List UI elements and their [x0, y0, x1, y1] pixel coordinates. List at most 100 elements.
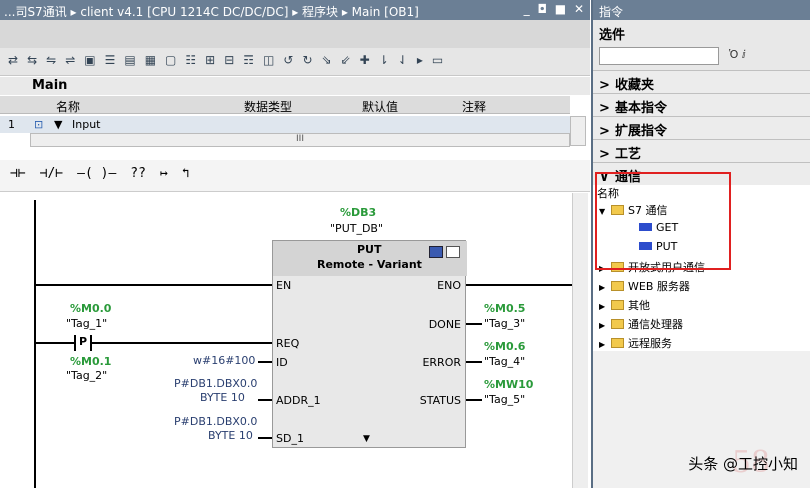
- toolbar-icon-12[interactable]: ☶: [243, 53, 254, 67]
- folder-icon: [611, 300, 624, 310]
- interface-vscroll[interactable]: [570, 116, 586, 146]
- tree-toggle-icon[interactable]: ▶: [599, 302, 611, 311]
- toolbar-icon-8[interactable]: ▢: [165, 53, 176, 67]
- toolbar-icon-1[interactable]: ⇆: [27, 53, 37, 67]
- toolbar-icon-16[interactable]: ⇘: [322, 53, 332, 67]
- addr1-value-a[interactable]: P#DB1.DBX0.0: [174, 377, 257, 390]
- section-toggle-icon[interactable]: >: [599, 147, 615, 162]
- section-1[interactable]: > 基本指令: [593, 93, 810, 116]
- p-contact[interactable]: P: [74, 335, 92, 351]
- toolbar-icon-9[interactable]: ☷: [185, 53, 196, 67]
- config-icon[interactable]: [429, 246, 443, 258]
- options-label: 选件: [593, 20, 810, 44]
- ladder-element-icon-2[interactable]: –( )–: [77, 166, 116, 181]
- m01-address[interactable]: %M0.1: [70, 355, 111, 368]
- expand-chevron-icon[interactable]: ▼: [363, 434, 370, 444]
- error-name: "Tag_4": [484, 355, 526, 368]
- section-3[interactable]: > 工艺: [593, 139, 810, 162]
- diagnostic-icon[interactable]: [446, 246, 460, 258]
- sd1-wire: [258, 437, 272, 439]
- editor-titlebar: ...司S7通讯 ▸ client v4.1 [CPU 1214C DC/DC/…: [0, 0, 590, 20]
- sd1-value-a[interactable]: P#DB1.DBX0.0: [174, 415, 257, 428]
- scroll-grip: III: [296, 134, 304, 144]
- pin-status[interactable]: STATUS: [420, 394, 461, 407]
- toolbar-icon-15[interactable]: ↻: [302, 53, 312, 67]
- status-address[interactable]: %MW10: [484, 378, 533, 391]
- search-option-icons[interactable]: Ὁ ⅈ: [729, 48, 746, 61]
- canvas-vscroll[interactable]: [572, 193, 588, 488]
- toolbar-icon-22[interactable]: ▭: [432, 53, 443, 67]
- toolbar-icon-20[interactable]: ⇃: [398, 53, 408, 67]
- done-name: "Tag_3": [484, 317, 526, 330]
- pin-addr1[interactable]: ADDR_1: [276, 394, 321, 407]
- col-default: 默认值: [362, 100, 399, 114]
- id-value[interactable]: w#16#100: [193, 354, 255, 367]
- toolbar-icon-4[interactable]: ▣: [84, 53, 95, 67]
- block-subtitle: Remote - Variant: [317, 258, 422, 271]
- eno-wire: [466, 284, 572, 286]
- toolbar-icon-10[interactable]: ⊞: [205, 53, 215, 67]
- interface-hscroll[interactable]: III: [30, 133, 570, 147]
- section-toggle-icon[interactable]: >: [599, 78, 615, 93]
- section-2[interactable]: > 扩展指令: [593, 116, 810, 139]
- search-row: Ὁ ⅈ: [593, 44, 810, 70]
- tree-toggle-icon[interactable]: ▶: [599, 340, 611, 349]
- pin-id[interactable]: ID: [276, 356, 288, 369]
- toolbar-icon-7[interactable]: ▦: [145, 53, 156, 67]
- addr1-wire: [258, 399, 272, 401]
- tree-item[interactable]: ▶ 远程服务: [593, 332, 810, 351]
- search-input[interactable]: [599, 47, 719, 65]
- editor-toolbar: ⇄ ⇆ ⇋ ⇌ ▣ ☰ ▤ ▦ ▢ ☷ ⊞ ⊟ ☶ ◫ ↺ ↻ ⇘ ⇙ ✚ ⇂ ⇃ ▸ ▭: [0, 48, 590, 76]
- ladder-toolbar: ⊣⊢ ⊣/⊢ –( )–?? ↦ ↰: [0, 160, 590, 192]
- highlight-box: [595, 172, 731, 270]
- editor-blank-bar: [0, 20, 590, 48]
- toolbar-icon-19[interactable]: ⇂: [379, 53, 389, 67]
- toolbar-icon-17[interactable]: ⇙: [341, 53, 351, 67]
- toolbar-icon-21[interactable]: ▸: [417, 53, 423, 67]
- pin-error[interactable]: ERROR: [422, 356, 461, 369]
- toolbar-icon-13[interactable]: ◫: [263, 53, 274, 67]
- toolbar-icon-11[interactable]: ⊟: [224, 53, 234, 67]
- ladder-element-icon-5[interactable]: ↰: [182, 166, 190, 181]
- toolbar-icon-0[interactable]: ⇄: [8, 53, 18, 67]
- put-block[interactable]: PUT Remote - Variant EN REQ ID ADDR_1 SD…: [272, 240, 467, 448]
- section-0[interactable]: > 收藏夹: [593, 70, 810, 93]
- toolbar-icon-2[interactable]: ⇋: [46, 53, 56, 67]
- toolbar-icon-6[interactable]: ▤: [124, 53, 135, 67]
- window-controls[interactable]: _ ◘ ■ ✕: [524, 2, 586, 16]
- row-toggle-icon[interactable]: ▼: [54, 118, 62, 131]
- interface-row-input[interactable]: 1 ⊡ ▼ Input: [0, 116, 570, 133]
- pin-req[interactable]: REQ: [276, 337, 299, 350]
- pin-en[interactable]: EN: [276, 279, 291, 292]
- pin-eno[interactable]: ENO: [437, 279, 461, 292]
- tree-toggle-icon[interactable]: ▶: [599, 321, 611, 330]
- interface-title: Main: [0, 77, 590, 95]
- ladder-element-icon-0[interactable]: ⊣⊢: [10, 166, 26, 181]
- tree-item[interactable]: ▶ 通信处理器: [593, 313, 810, 332]
- tree-item[interactable]: ▶ WEB 服务器: [593, 275, 810, 294]
- toolbar-icon-14[interactable]: ↺: [283, 53, 293, 67]
- watermark: 头条 @工控小知: [688, 455, 798, 473]
- pin-sd1[interactable]: SD_1: [276, 432, 304, 445]
- done-address[interactable]: %M0.5: [484, 302, 525, 315]
- ladder-element-icon-4[interactable]: ↦: [160, 166, 168, 181]
- toolbar-icon-3[interactable]: ⇌: [65, 53, 75, 67]
- m00-address[interactable]: %M0.0: [70, 302, 111, 315]
- toolbar-icon-5[interactable]: ☰: [105, 53, 116, 67]
- m00-name: "Tag_1": [66, 317, 108, 330]
- ladder-element-icon-1[interactable]: ⊣/⊢: [40, 166, 63, 181]
- interface-icon: ⊡: [34, 118, 44, 131]
- tree-item[interactable]: ▶ 其他: [593, 294, 810, 313]
- section-label: 收藏夹: [615, 78, 655, 93]
- id-wire: [258, 361, 272, 363]
- done-wire: [466, 323, 482, 325]
- section-toggle-icon[interactable]: >: [599, 124, 615, 139]
- section-toggle-icon[interactable]: >: [599, 101, 615, 116]
- instructions-title: 指令: [593, 0, 810, 20]
- ladder-element-icon-3[interactable]: ??: [130, 166, 146, 181]
- error-address[interactable]: %M0.6: [484, 340, 525, 353]
- section-label: 扩展指令: [615, 124, 668, 139]
- toolbar-icon-18[interactable]: ✚: [360, 53, 370, 67]
- tree-toggle-icon[interactable]: ▶: [599, 283, 611, 292]
- pin-done[interactable]: DONE: [429, 318, 461, 331]
